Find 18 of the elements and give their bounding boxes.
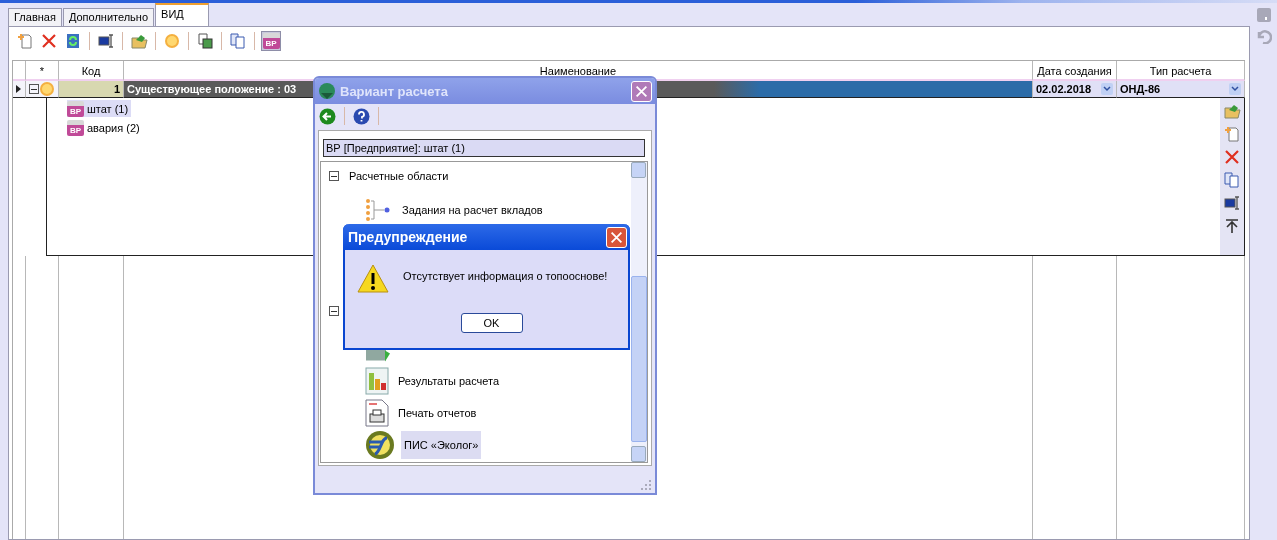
date-dropdown[interactable]: 02.02.2018 [1033,81,1117,98]
dialog-title: Предупреждение [348,229,468,245]
table-cell: 1 [59,81,124,98]
tab[interactable]: Дополнительно [62,8,155,26]
calc-type-dropdown[interactable]: ОНД-86 [1117,81,1245,98]
tab[interactable]: Главная [8,8,62,26]
ok-button[interactable]: OK [460,313,523,333]
calculation-variant-toggle[interactable]: ВР [261,31,281,51]
menu-item[interactable]: Печать отчетов [365,397,480,429]
tree-item[interactable]: ВР штат (1) [67,100,132,117]
section-title: Расчетные области [349,170,449,182]
menu-item[interactable]: Задания на расчет вкладов [365,194,546,226]
tree-item[interactable]: ВР авария (2) [67,119,143,136]
dialog-title: Вариант расчета [340,83,448,99]
menu-item[interactable]: Результаты расчета [365,365,503,397]
warning-message: Отсутствует информация о топооснове! [403,270,608,282]
tab[interactable]: ВИД [155,3,209,26]
context-field: ВР [Предприятие]: штат (1) [323,139,645,157]
